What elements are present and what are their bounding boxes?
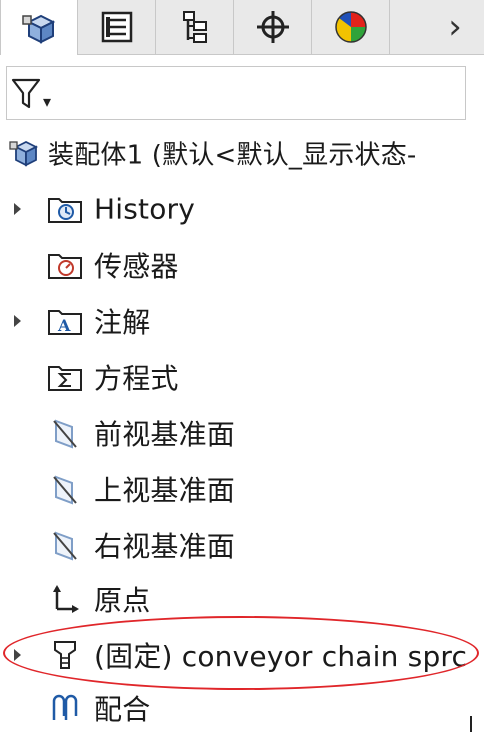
tree-item-label: 传感器: [94, 250, 179, 283]
tree-item-sensors[interactable]: 传感器: [0, 238, 484, 292]
annotations-folder-icon: A: [46, 304, 84, 338]
sensors-folder-icon: [46, 248, 84, 282]
tab-dimxpertmanager[interactable]: [234, 0, 312, 54]
expand-arrow-icon[interactable]: [14, 203, 21, 215]
tree-item-label: 右视基准面: [94, 530, 236, 563]
tab-scroll-right-button[interactable]: ›: [440, 0, 470, 54]
text-cursor: [470, 716, 472, 732]
manager-tab-bar: ›: [0, 0, 484, 55]
tree-item-annotations[interactable]: A 注解: [0, 294, 484, 348]
equations-folder-icon: [46, 360, 84, 394]
tree-item-label: 配合: [94, 693, 151, 726]
history-folder-icon: [46, 192, 84, 226]
filter-funnel-icon: [11, 78, 41, 109]
tree-item-label: 方程式: [94, 362, 179, 395]
tree-item-right-plane[interactable]: 右视基准面: [0, 518, 484, 572]
tree-root-assembly[interactable]: 装配体1 (默认<默认_显示状态-: [0, 126, 484, 180]
crosshair-icon: [256, 11, 289, 43]
tree-item-label: History: [94, 192, 196, 226]
origin-icon: [46, 582, 84, 616]
assembly-cube-icon: [22, 14, 56, 44]
mates-icon: [46, 691, 84, 725]
svg-text:A: A: [57, 316, 71, 335]
tree-item-front-plane[interactable]: 前视基准面: [0, 406, 484, 460]
tree-item-label: 注解: [94, 306, 151, 339]
part-icon: [46, 638, 84, 672]
expand-arrow-icon[interactable]: [14, 649, 21, 661]
tree-item-top-plane[interactable]: 上视基准面: [0, 462, 484, 516]
property-list-icon: [101, 11, 132, 43]
tab-configurationmanager[interactable]: [156, 0, 234, 54]
tree-filter-box[interactable]: ▾: [6, 66, 466, 120]
tree-item-mates[interactable]: 配合: [0, 684, 484, 732]
filter-button[interactable]: ▾: [11, 75, 65, 113]
tree-item-label: 上视基准面: [94, 474, 236, 507]
tree-item-history[interactable]: History: [0, 182, 484, 236]
tree-root-label: 装配体1 (默认<默认_显示状态-: [48, 140, 417, 171]
configuration-tree-icon: [182, 11, 207, 43]
tree-item-origin[interactable]: 原点: [0, 572, 484, 626]
assembly-icon: [6, 136, 44, 170]
tree-item-label: 原点: [94, 584, 151, 617]
plane-icon: [46, 528, 84, 562]
tree-item-part-conveyor-chain[interactable]: (固定) conveyor chain sprc: [0, 628, 484, 682]
expand-arrow-icon[interactable]: [14, 315, 21, 327]
tab-propertymanager[interactable]: [78, 0, 156, 54]
tree-item-equations[interactable]: 方程式: [0, 350, 484, 404]
tab-featuremanager[interactable]: [0, 0, 78, 55]
tab-displaymanager[interactable]: [312, 0, 390, 54]
tree-item-label: 前视基准面: [94, 418, 236, 451]
tree-item-label: (固定) conveyor chain sprc: [94, 640, 468, 673]
chevron-down-icon: ▾: [43, 91, 52, 111]
color-pie-icon: [334, 11, 367, 43]
chevron-right-icon: ›: [448, 7, 462, 47]
plane-icon: [46, 416, 84, 450]
plane-icon: [46, 472, 84, 506]
